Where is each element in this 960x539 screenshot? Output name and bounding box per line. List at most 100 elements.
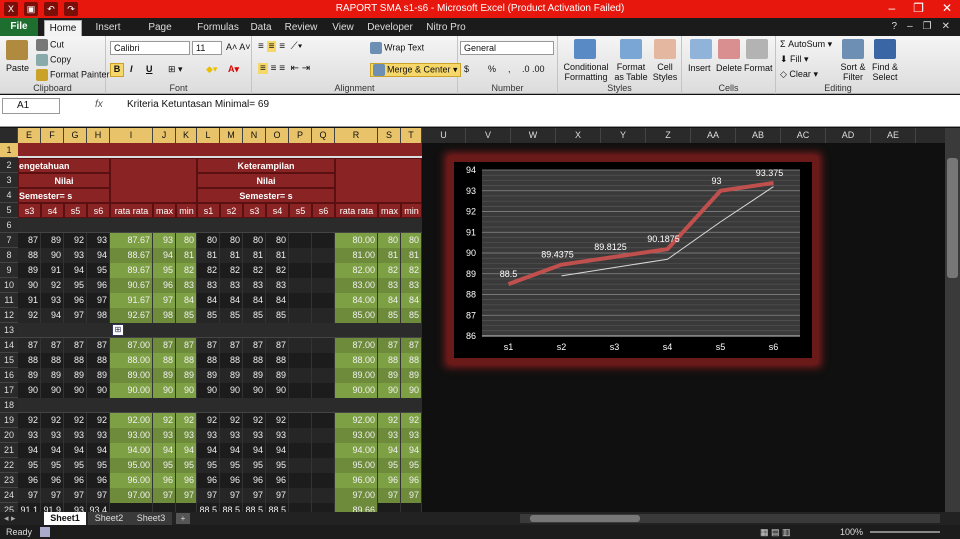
data-cell[interactable]: 95 — [64, 458, 87, 473]
data-cell[interactable]: 92 — [401, 413, 422, 428]
data-cell[interactable]: 93 — [153, 428, 176, 443]
data-cell[interactable]: 92 — [176, 413, 197, 428]
data-cell[interactable] — [289, 443, 312, 458]
data-cell[interactable]: 97 — [220, 488, 243, 503]
tab-developer[interactable]: Developer — [366, 20, 414, 36]
row-header[interactable]: 7 — [0, 233, 18, 248]
column-header[interactable]: N — [243, 128, 266, 143]
data-cell[interactable]: 96 — [266, 473, 289, 488]
data-cell[interactable]: 94 — [153, 248, 176, 263]
data-cell[interactable]: 87 — [176, 338, 197, 353]
data-cell[interactable]: 95.00 — [335, 458, 378, 473]
help-icon[interactable]: ? — [892, 21, 898, 32]
bold-button[interactable]: B — [110, 63, 124, 77]
data-cell[interactable]: 89 — [176, 368, 197, 383]
data-cell[interactable]: 87 — [18, 233, 41, 248]
data-cell[interactable]: 84 — [176, 293, 197, 308]
horizontal-scroll-thumb[interactable] — [530, 515, 640, 522]
horizontal-align-icons[interactable]: ≡ ≡ ≡ ⇤ ⇥ — [258, 63, 310, 74]
data-cell[interactable]: 93.00 — [335, 428, 378, 443]
row-header[interactable]: 8 — [0, 248, 18, 263]
data-cell[interactable]: 88 — [378, 353, 401, 368]
data-cell[interactable]: 98 — [87, 308, 110, 323]
data-cell[interactable] — [312, 308, 335, 323]
data-cell[interactable]: 90.00 — [335, 383, 378, 398]
percent-button[interactable]: % — [488, 64, 496, 74]
data-cell[interactable] — [153, 503, 176, 512]
data-cell[interactable]: 97 — [197, 488, 220, 503]
row-header[interactable]: 1 — [0, 143, 18, 158]
data-cell[interactable] — [289, 428, 312, 443]
find-select-button[interactable]: Find & Select — [870, 62, 900, 82]
data-cell[interactable]: 91 — [41, 263, 64, 278]
data-cell[interactable]: 90 — [176, 383, 197, 398]
vertical-scrollbar[interactable] — [945, 128, 960, 512]
data-cell[interactable]: 93 — [18, 428, 41, 443]
row-header[interactable]: 13 — [0, 323, 18, 338]
data-cell[interactable]: 90 — [18, 383, 41, 398]
data-cell[interactable]: 83 — [176, 278, 197, 293]
delete-button[interactable]: Delete — [716, 63, 742, 73]
row-header[interactable]: 21 — [0, 443, 18, 458]
macro-record-icon[interactable] — [40, 527, 50, 537]
data-cell[interactable]: 82 — [378, 263, 401, 278]
row-header[interactable]: 23 — [0, 473, 18, 488]
data-cell[interactable] — [176, 503, 197, 512]
data-cell[interactable]: 85 — [197, 308, 220, 323]
column-header[interactable]: AD — [826, 128, 871, 143]
data-cell[interactable]: 83 — [401, 278, 422, 293]
column-header[interactable]: Z — [646, 128, 691, 143]
column-header[interactable]: AA — [691, 128, 736, 143]
sort-filter-button[interactable]: Sort & Filter — [838, 62, 868, 82]
data-cell[interactable] — [312, 368, 335, 383]
data-cell[interactable]: 92 — [197, 413, 220, 428]
data-cell[interactable] — [289, 293, 312, 308]
data-cell[interactable]: 83 — [220, 278, 243, 293]
data-cell[interactable]: 85 — [243, 308, 266, 323]
data-cell[interactable]: 82.00 — [335, 263, 378, 278]
column-header[interactable]: L — [197, 128, 220, 143]
data-cell[interactable]: 80.00 — [335, 233, 378, 248]
data-cell[interactable]: 88.67 — [110, 248, 153, 263]
row-header[interactable]: 3 — [0, 173, 18, 188]
data-cell[interactable] — [312, 278, 335, 293]
column-header[interactable]: P — [289, 128, 312, 143]
data-cell[interactable] — [289, 233, 312, 248]
tab-formulas[interactable]: Formulas — [196, 20, 240, 36]
conditional-formatting-button[interactable]: Conditional Formatting — [561, 62, 611, 82]
clear-button[interactable]: ◇ Clear ▾ — [780, 69, 818, 80]
data-cell[interactable]: 88 — [197, 353, 220, 368]
ribbon-minimize-icon[interactable]: – — [907, 21, 913, 32]
data-cell[interactable]: 96 — [401, 473, 422, 488]
data-cell[interactable]: 89 — [41, 368, 64, 383]
zoom-slider[interactable] — [870, 531, 940, 533]
data-cell[interactable]: 81 — [378, 248, 401, 263]
tab-home[interactable]: Home — [44, 20, 82, 36]
column-header[interactable]: M — [220, 128, 243, 143]
data-cell[interactable]: 89 — [378, 368, 401, 383]
data-cell[interactable]: 89 — [401, 368, 422, 383]
data-cell[interactable]: 88.5 — [220, 503, 243, 512]
data-cell[interactable]: 90.00 — [110, 383, 153, 398]
column-header[interactable]: I — [110, 128, 153, 143]
data-cell[interactable] — [312, 503, 335, 512]
data-cell[interactable]: 97 — [266, 488, 289, 503]
data-cell[interactable]: 81 — [176, 248, 197, 263]
data-cell[interactable]: 92 — [18, 413, 41, 428]
fill-color-icon[interactable]: ◆▾ — [206, 64, 217, 75]
data-cell[interactable]: 84 — [266, 293, 289, 308]
data-cell[interactable]: 97 — [176, 488, 197, 503]
row-header[interactable]: 4 — [0, 188, 18, 203]
data-cell[interactable]: 94.00 — [110, 443, 153, 458]
column-header[interactable]: T — [401, 128, 422, 143]
data-cell[interactable]: 98 — [153, 308, 176, 323]
currency-button[interactable]: $ — [464, 64, 469, 74]
ribbon-restore-icon[interactable]: ❐ — [923, 21, 932, 32]
data-cell[interactable]: 91.1 — [18, 503, 41, 512]
data-cell[interactable]: 81 — [401, 248, 422, 263]
data-cell[interactable]: 93 — [243, 428, 266, 443]
data-cell[interactable]: 81 — [243, 248, 266, 263]
data-cell[interactable]: 95 — [266, 458, 289, 473]
data-cell[interactable]: 89 — [41, 233, 64, 248]
data-cell[interactable]: 88 — [64, 353, 87, 368]
